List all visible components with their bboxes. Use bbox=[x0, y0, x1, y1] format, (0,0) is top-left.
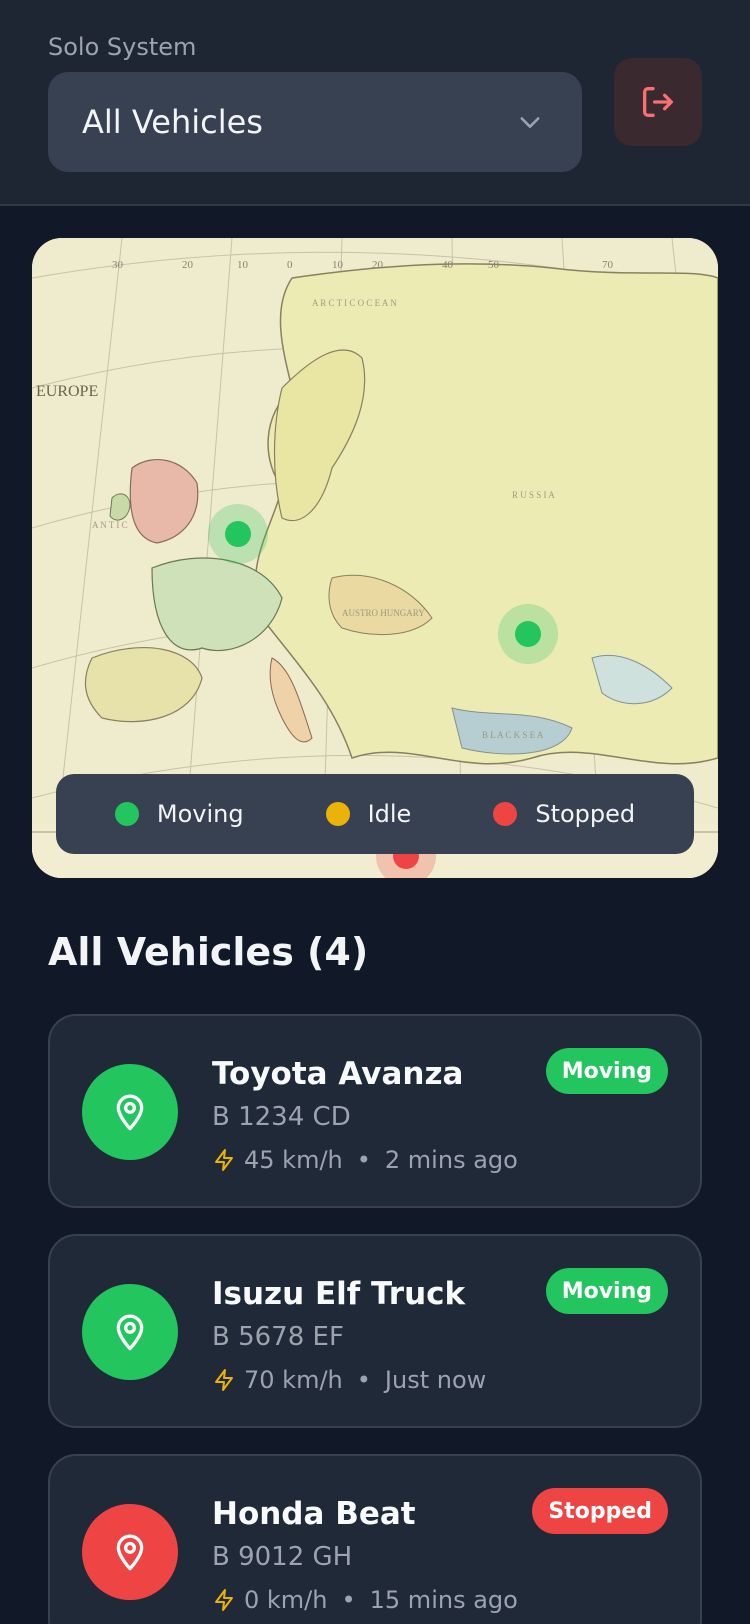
vehicle-list-title: All Vehicles (4) bbox=[48, 930, 369, 974]
vehicle-updated: 15 mins ago bbox=[369, 1586, 518, 1614]
app-header: Solo System All Vehicles bbox=[0, 0, 750, 206]
legend-dot-stopped bbox=[493, 802, 518, 826]
svg-text:20: 20 bbox=[182, 259, 194, 271]
svg-text:40: 40 bbox=[442, 259, 454, 271]
vehicle-name: Toyota Avanza bbox=[212, 1056, 464, 1092]
status-badge: Moving bbox=[545, 1048, 668, 1094]
vehicle-select-value: All Vehicles bbox=[82, 103, 263, 141]
svg-text:20: 20 bbox=[372, 259, 384, 271]
lightning-icon bbox=[215, 1589, 233, 1611]
map-pin-icon bbox=[82, 1064, 178, 1160]
map-pin-icon bbox=[116, 1314, 144, 1351]
system-label: Solo System bbox=[48, 33, 197, 61]
vehicle-updated: Just now bbox=[384, 1366, 487, 1394]
vehicle-card[interactable]: Toyota Avanza B 1234 CD 45 km/h • 2 mins… bbox=[48, 1014, 702, 1208]
legend-dot-idle bbox=[325, 802, 350, 826]
svg-text:30: 30 bbox=[112, 259, 124, 271]
map-pin-icon bbox=[116, 1534, 144, 1571]
svg-text:70: 70 bbox=[602, 259, 614, 271]
map-pin-icon bbox=[82, 1284, 178, 1380]
map-legend: Moving Idle Stopped bbox=[56, 774, 694, 854]
svg-text:B L A C K S E A: B L A C K S E A bbox=[482, 730, 544, 740]
vehicle-card[interactable]: Isuzu Elf Truck B 5678 EF 70 km/h • Just… bbox=[48, 1234, 702, 1428]
vehicle-card[interactable]: Honda Beat B 9012 GH 0 km/h • 15 mins ag… bbox=[48, 1454, 702, 1624]
vehicle-marker-moving[interactable] bbox=[208, 504, 268, 564]
logout-icon bbox=[643, 87, 673, 118]
status-badge: Moving bbox=[545, 1268, 668, 1314]
map-pin-icon bbox=[82, 1504, 178, 1600]
vehicle-plate: B 5678 EF bbox=[212, 1322, 344, 1352]
legend-label: Stopped bbox=[535, 800, 636, 828]
vehicle-meta: 45 km/h • 2 mins ago bbox=[212, 1146, 518, 1174]
svg-text:0: 0 bbox=[287, 259, 293, 271]
legend-dot-moving bbox=[114, 802, 139, 826]
vehicle-marker-moving[interactable] bbox=[498, 604, 558, 664]
vehicle-speed: 0 km/h bbox=[244, 1586, 328, 1614]
logout-button[interactable] bbox=[614, 58, 702, 146]
svg-text:10: 10 bbox=[237, 259, 249, 271]
vehicle-map[interactable]: EUROPE 30 20 10 0 10 20 40 50 70 A R C T I C O… bbox=[32, 238, 718, 878]
vehicle-meta: 0 km/h • 15 mins ago bbox=[212, 1586, 518, 1614]
svg-text:AUSTRO HUNGARY: AUSTRO HUNGARY bbox=[342, 608, 425, 618]
svg-text:A N T I C: A N T I C bbox=[92, 520, 128, 530]
vehicle-speed: 70 km/h bbox=[244, 1366, 343, 1394]
lightning-icon bbox=[215, 1149, 233, 1171]
meta-separator: • bbox=[356, 1366, 371, 1394]
vehicle-meta: 70 km/h • Just now bbox=[212, 1366, 486, 1394]
vehicle-name: Isuzu Elf Truck bbox=[212, 1276, 466, 1312]
svg-text:R U S S I A: R U S S I A bbox=[512, 490, 555, 500]
svg-text:EUROPE: EUROPE bbox=[36, 383, 98, 400]
vehicle-name: Honda Beat bbox=[212, 1496, 416, 1532]
chevron-down-icon bbox=[520, 117, 540, 128]
vehicle-plate: B 1234 CD bbox=[212, 1102, 351, 1132]
vehicle-plate: B 9012 GH bbox=[212, 1542, 353, 1572]
legend-label: Idle bbox=[367, 800, 412, 828]
status-badge: Stopped bbox=[532, 1488, 668, 1534]
svg-text:A R C T I C O C E A N: A R C T I C O C E A N bbox=[312, 298, 397, 308]
legend-stopped: Stopped bbox=[493, 800, 635, 828]
legend-label: Moving bbox=[156, 800, 244, 828]
svg-text:50: 50 bbox=[488, 259, 500, 271]
legend-moving: Moving bbox=[114, 800, 244, 828]
vehicle-select[interactable]: All Vehicles bbox=[48, 72, 582, 172]
svg-text:10: 10 bbox=[332, 259, 344, 271]
map-pin-icon bbox=[116, 1094, 144, 1131]
vehicle-updated: 2 mins ago bbox=[384, 1146, 518, 1174]
lightning-icon bbox=[215, 1369, 233, 1391]
vehicle-speed: 45 km/h bbox=[244, 1146, 343, 1174]
legend-idle: Idle bbox=[325, 800, 412, 828]
meta-separator: • bbox=[341, 1586, 356, 1614]
meta-separator: • bbox=[356, 1146, 371, 1174]
